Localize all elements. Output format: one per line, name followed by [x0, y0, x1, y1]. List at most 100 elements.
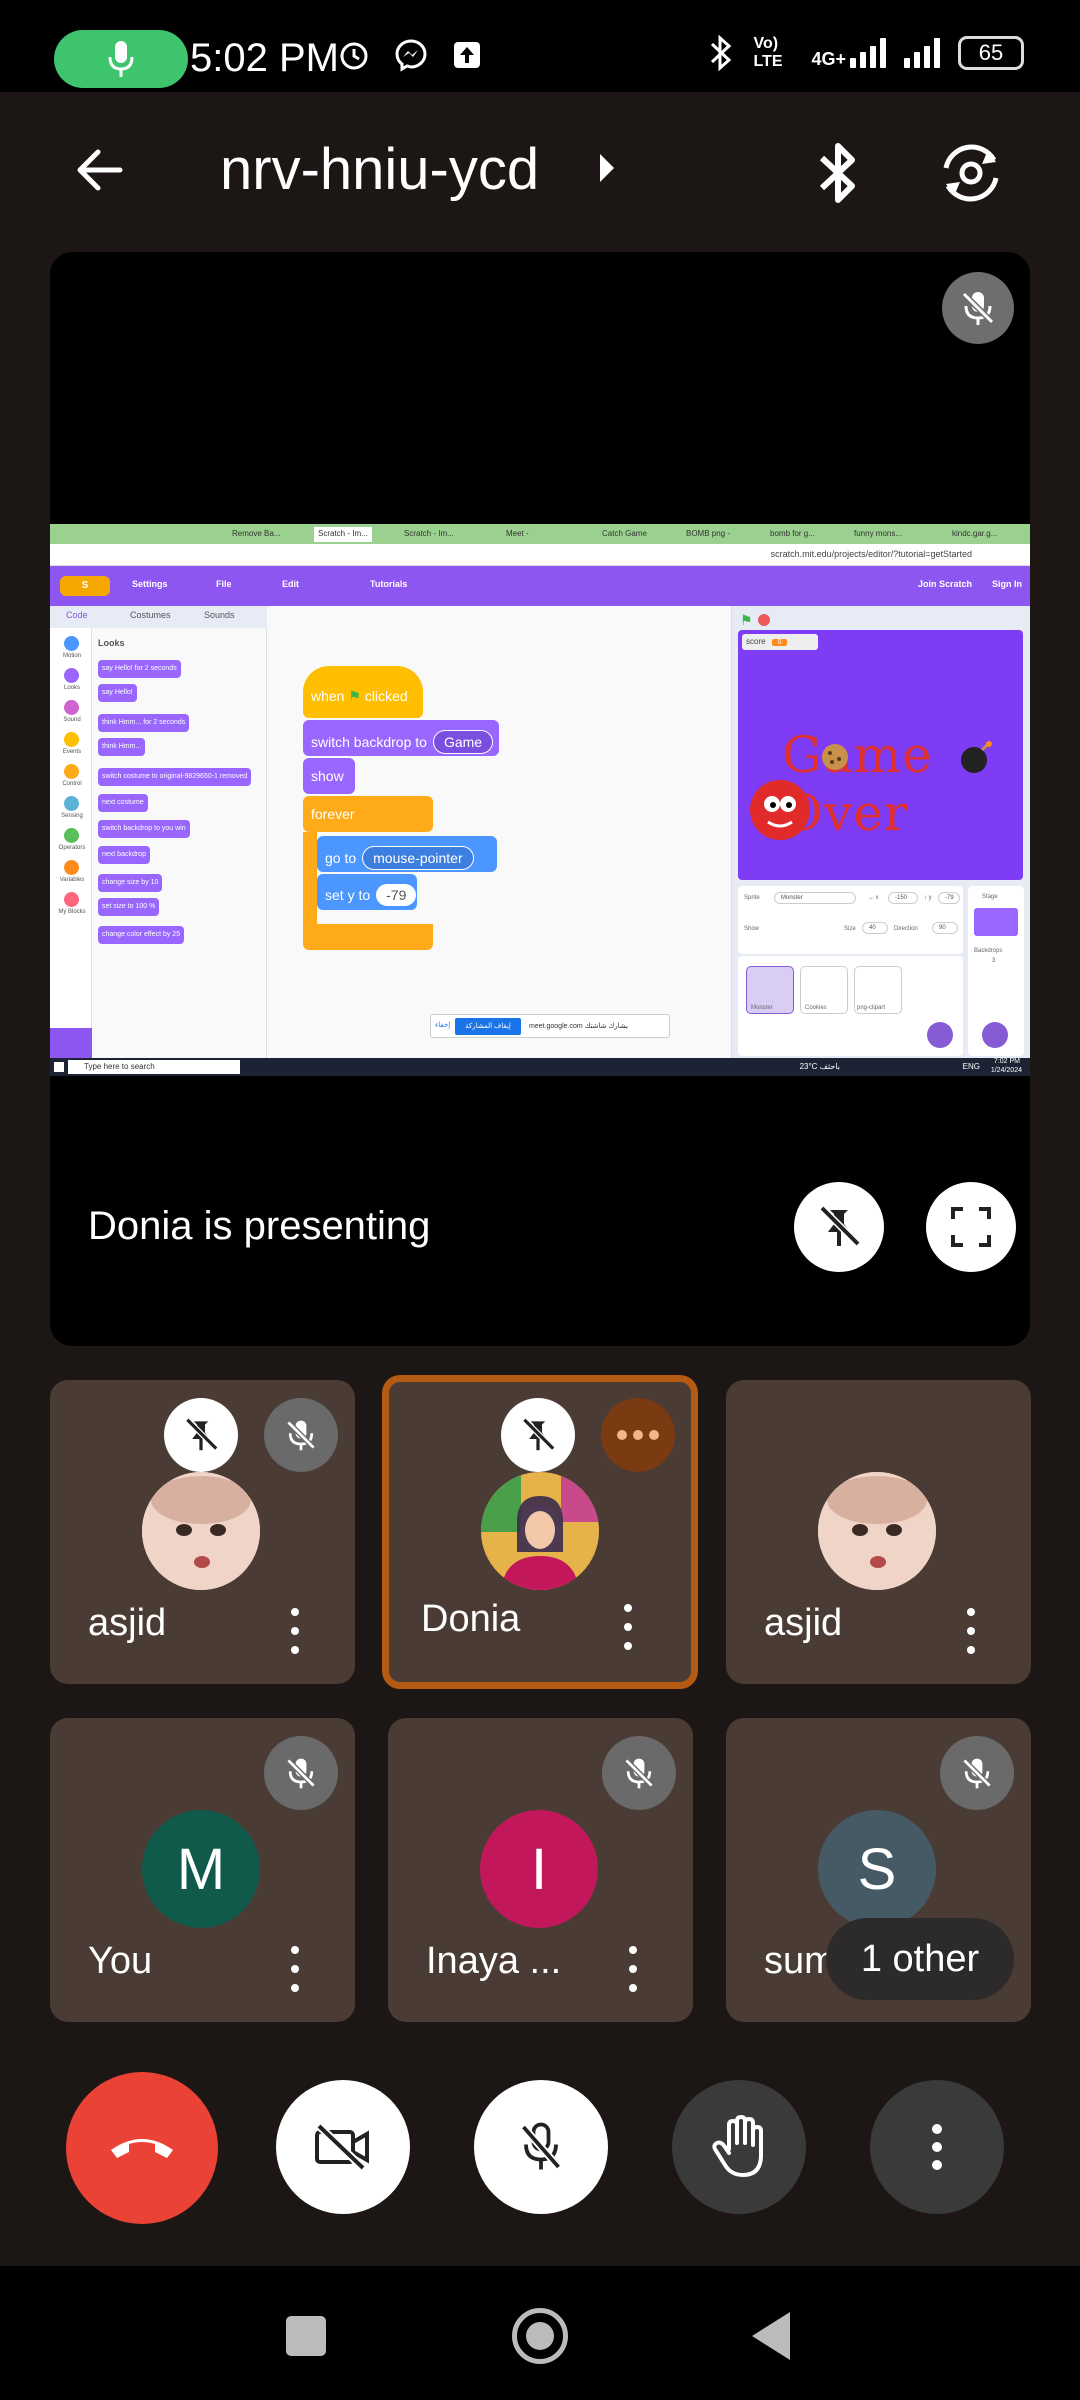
microphone-toggle-button[interactable] — [474, 2080, 608, 2214]
raise-hand-button[interactable] — [672, 2080, 806, 2214]
category-dot[interactable] — [64, 700, 79, 715]
direction-input[interactable]: 90 — [932, 922, 958, 934]
code-workspace[interactable]: when ⚑ clicked switch backdrop to Game sh… — [267, 606, 732, 1058]
x-position-input[interactable]: -150 — [888, 892, 918, 904]
home-button[interactable] — [512, 2308, 568, 2364]
meeting-code[interactable]: nrv-hniu-ycd — [220, 136, 539, 203]
palette-block[interactable]: say Hello! — [98, 684, 137, 702]
palette-block[interactable]: think Hmm... — [98, 738, 146, 756]
caret-right-icon[interactable] — [600, 154, 614, 182]
green-flag-icon[interactable]: ⚑ — [740, 612, 753, 629]
sign-in-link[interactable]: Sign In — [992, 579, 1022, 589]
switch-camera-button[interactable] — [936, 138, 1006, 208]
browser-tab[interactable]: Remove Ba... — [228, 527, 284, 542]
browser-tab[interactable]: Catch Game — [598, 527, 651, 542]
category-dot[interactable] — [64, 796, 79, 811]
category-dot[interactable] — [64, 732, 79, 747]
participant-tile[interactable]: asjid — [726, 1380, 1031, 1684]
palette-block[interactable]: next backdrop — [98, 846, 150, 864]
category-dot[interactable] — [64, 764, 79, 779]
camera-toggle-button[interactable] — [276, 2080, 410, 2214]
when-flag-clicked-block[interactable]: when ⚑ clicked — [303, 666, 423, 718]
browser-tab[interactable]: BOMB png - — [682, 527, 734, 542]
scratch-logo[interactable]: S — [60, 576, 110, 596]
add-sprite-button[interactable] — [927, 1022, 953, 1048]
tab-code[interactable]: Code — [66, 610, 88, 620]
forever-block[interactable]: forever — [303, 796, 433, 832]
hand-icon — [712, 2115, 763, 2177]
taskbar-search[interactable]: Type here to search — [68, 1060, 240, 1074]
browser-address-bar[interactable]: scratch.mit.edu/projects/editor/?tutoria… — [50, 544, 1030, 566]
browser-tab-active[interactable]: Scratch - Im... — [314, 527, 372, 542]
show-block[interactable]: show — [303, 758, 355, 794]
participant-more-button[interactable] — [280, 1944, 310, 1994]
menu-settings[interactable]: Settings — [132, 579, 168, 589]
browser-tab[interactable]: kindc.gar.g... — [948, 527, 1001, 542]
more-options-button[interactable] — [870, 2080, 1004, 2214]
palette-block[interactable]: next costume — [98, 794, 148, 812]
sprite-name-input[interactable]: Monster — [774, 892, 856, 904]
browser-tab[interactable]: Meet - — [502, 527, 533, 542]
bluetooth-audio-button[interactable] — [808, 138, 868, 208]
browser-tab[interactable]: Scratch - Im... — [400, 527, 458, 542]
switch-backdrop-block[interactable]: switch backdrop to Game — [303, 720, 499, 756]
hide-button[interactable]: إخفاء — [435, 1021, 450, 1029]
participant-more-button[interactable] — [613, 1602, 643, 1652]
extensions-button[interactable] — [50, 1028, 92, 1058]
back-button[interactable] — [68, 138, 132, 202]
category-dot[interactable] — [64, 892, 79, 907]
browser-url[interactable]: scratch.mit.edu/projects/editor/?tutoria… — [771, 549, 972, 559]
unpin-presentation-button[interactable] — [794, 1182, 884, 1272]
participant-tile[interactable]: asjid — [50, 1380, 355, 1684]
participant-tile[interactable]: I Inaya ... — [388, 1718, 693, 2022]
palette-block[interactable]: say Hello! for 2 seconds — [98, 660, 181, 678]
palette-block[interactable]: switch costume to original-9829650-1 rem… — [98, 768, 252, 786]
stage-thumbnail[interactable] — [974, 908, 1018, 936]
sprite-thumb-cookies[interactable]: Cookies — [800, 966, 848, 1014]
tab-costumes[interactable]: Costumes — [130, 610, 171, 620]
tab-sounds[interactable]: Sounds — [204, 610, 235, 620]
palette-block[interactable]: think Hmm... for 2 seconds — [98, 714, 190, 732]
muted-indicator — [264, 1736, 338, 1810]
stop-icon[interactable] — [758, 614, 770, 626]
palette-block[interactable]: switch backdrop to you win — [98, 820, 190, 838]
category-dot[interactable] — [64, 860, 79, 875]
participant-more-button[interactable] — [280, 1606, 310, 1656]
stop-sharing-button[interactable]: إيقاف المشاركة — [455, 1018, 521, 1035]
palette-block[interactable]: change size by 10 — [98, 874, 163, 892]
back-nav-button[interactable] — [752, 2312, 790, 2360]
add-backdrop-button[interactable] — [982, 1022, 1008, 1048]
category-dot[interactable] — [64, 668, 79, 683]
participant-more-button[interactable] — [618, 1944, 648, 1994]
category-dot[interactable] — [64, 828, 79, 843]
stage-selector[interactable]: Stage Backdrops 3 — [968, 886, 1024, 1056]
category-dot[interactable] — [64, 636, 79, 651]
size-input[interactable]: 40 — [862, 922, 888, 934]
recent-apps-button[interactable] — [286, 2316, 326, 2356]
presentation-panel[interactable]: Remove Ba... Scratch - Im... Scratch - I… — [50, 252, 1030, 1346]
set-y-block[interactable]: set y to -79 — [317, 874, 417, 910]
mic-in-use-indicator[interactable] — [54, 30, 188, 88]
browser-tab[interactable]: funny mons... — [850, 527, 906, 542]
menu-file[interactable]: File — [216, 579, 232, 589]
stage-canvas[interactable]: score 0 Game Over — [738, 630, 1023, 880]
palette-block[interactable]: change color effect by 25 — [98, 926, 185, 944]
y-position-input[interactable]: -79 — [938, 892, 960, 904]
go-to-block[interactable]: go to mouse-pointer — [317, 836, 497, 872]
fullscreen-button[interactable] — [926, 1182, 1016, 1272]
palette-block[interactable]: set size to 100 % — [98, 898, 160, 916]
participant-tile-active[interactable]: Donia — [382, 1375, 698, 1689]
join-scratch-link[interactable]: Join Scratch — [918, 579, 972, 589]
participant-tile-self[interactable]: M You — [50, 1718, 355, 2022]
windows-start-icon[interactable] — [54, 1062, 64, 1072]
menu-tutorials[interactable]: Tutorials — [370, 579, 407, 589]
participant-more-button[interactable] — [956, 1606, 986, 1656]
pin-button[interactable] — [164, 1398, 238, 1472]
sprite-thumb-bomb[interactable]: png-clipart — [854, 966, 902, 1014]
menu-edit[interactable]: Edit — [282, 579, 299, 589]
sprite-thumb-monster[interactable]: Monster — [746, 966, 794, 1014]
end-call-button[interactable] — [66, 2072, 218, 2224]
pin-button[interactable] — [501, 1398, 575, 1472]
other-participants-button[interactable]: 1 other — [826, 1918, 1014, 2000]
browser-tab[interactable]: bomb for g... — [766, 527, 819, 542]
